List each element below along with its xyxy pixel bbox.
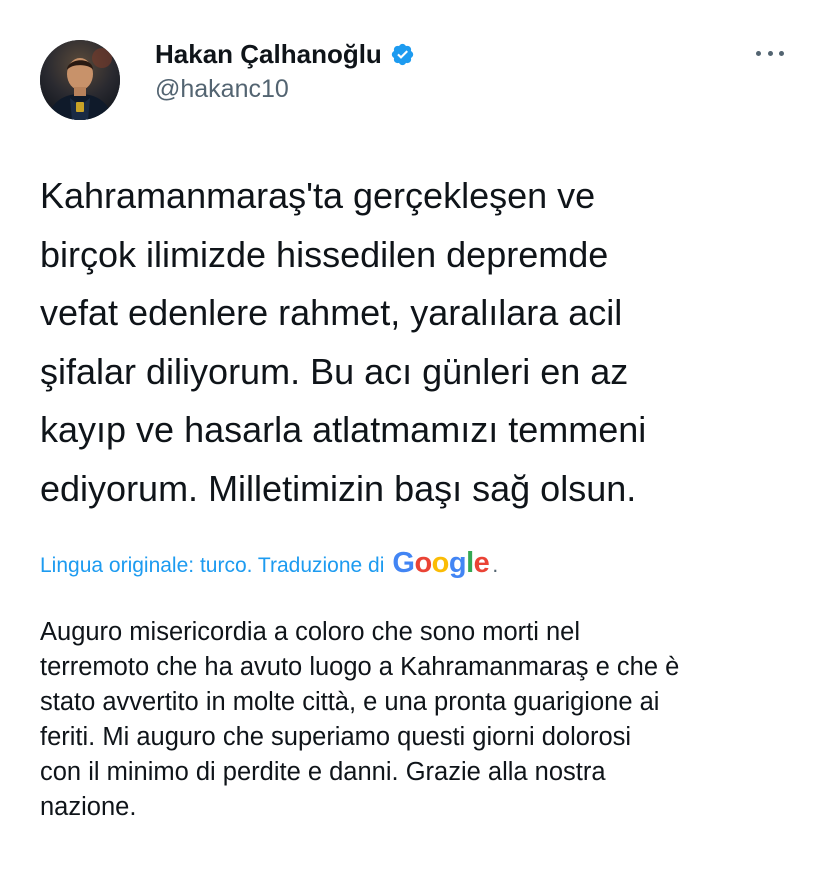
verified-badge-icon <box>390 42 415 67</box>
avatar[interactable] <box>40 40 120 120</box>
translation-attribution: Lingua originale: turco. Traduzione di G… <box>40 547 800 582</box>
tweet-text: Kahramanmaraş'ta gerçekleşen ve birçok i… <box>40 175 647 509</box>
author-display-name[interactable]: Hakan Çalhanoğlu <box>155 37 382 71</box>
google-logo-letter: l <box>466 547 474 579</box>
translated-text: Auguro misericordia a coloro che sono mo… <box>40 618 680 821</box>
translation-label[interactable]: Lingua originale: turco. Traduzione di <box>40 550 384 582</box>
author-name-row: Hakan Çalhanoğlu <box>155 37 415 71</box>
tweet-card: Hakan Çalhanoğlu @hakanc10 Kahramanmaraş… <box>0 0 829 895</box>
more-options-icon <box>779 50 784 56</box>
google-logo: Google <box>392 547 489 579</box>
google-logo-letter: G <box>392 547 415 579</box>
translation-period: . <box>492 554 499 577</box>
more-options-button[interactable] <box>753 40 787 66</box>
google-logo-letter: g <box>448 547 467 579</box>
author-handle[interactable]: @hakanc10 <box>155 73 289 105</box>
google-logo-letter: o <box>414 547 432 579</box>
more-options-icon <box>756 50 761 56</box>
google-logo-letter: o <box>431 547 450 579</box>
more-options-icon <box>767 50 773 56</box>
google-logo-letter: e <box>473 547 490 579</box>
